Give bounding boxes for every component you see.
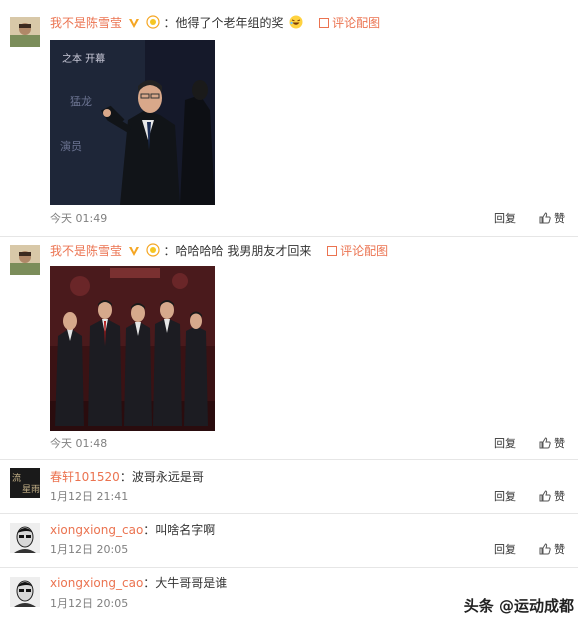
avatar[interactable] (10, 245, 40, 275)
svg-text:星雨: 星雨 (22, 484, 40, 495)
reply-button[interactable]: 回复 (494, 212, 516, 226)
avatar[interactable]: 流星雨 (10, 468, 40, 498)
comment-1: 我不是陈雪莹 ：他得了个老年组的奖 评论配图 之本 开幕 猛龙 演员 今天 01 (0, 0, 578, 236)
username-link[interactable]: xiongxiong_cao (50, 523, 143, 537)
watermark: 头条 @运动成都 (463, 597, 574, 615)
comment-header: 我不是陈雪莹 ：哈哈哈哈 我男朋友才回来 评论配图 (50, 243, 388, 261)
verified-v-icon (128, 17, 140, 33)
avatar[interactable] (10, 523, 40, 553)
thumbs-up-icon (539, 543, 551, 559)
comment-time: 1月12日 21:41 (50, 490, 129, 503)
comment-header: 春轩101520：波哥永远是哥 (50, 469, 204, 485)
comment-image-link[interactable]: 评论配图 (319, 16, 380, 30)
comment-2: 我不是陈雪莹 ：哈哈哈哈 我男朋友才回来 评论配图 今天 01:48 回复 赞 (0, 236, 578, 459)
comment-text: ：波哥永远是哥 (119, 470, 204, 484)
comment-4: xiongxiong_cao：叫啥名字啊 1月12日 20:05 回复 赞 (0, 513, 578, 567)
reply-button[interactable]: 回复 (494, 437, 516, 451)
comment-text: ：哈哈哈哈 我男朋友才回来 (163, 244, 312, 258)
svg-text:流: 流 (12, 472, 21, 484)
svg-text:之本 开幕: 之本 开幕 (62, 52, 105, 65)
like-button[interactable]: 赞 (539, 543, 565, 559)
member-badge-icon (146, 15, 160, 33)
comment-header: xiongxiong_cao：大牛哥哥是谁 (50, 575, 227, 591)
like-button[interactable]: 赞 (539, 490, 565, 506)
thumbs-up-icon (539, 212, 551, 228)
like-button[interactable]: 赞 (539, 437, 565, 453)
verified-v-icon (128, 245, 140, 261)
comment-time: 1月12日 20:05 (50, 597, 129, 610)
reply-button[interactable]: 回复 (494, 543, 516, 557)
comment-header: 我不是陈雪莹 ：他得了个老年组的奖 评论配图 (50, 15, 380, 33)
comment-3: 流星雨 春轩101520：波哥永远是哥 1月12日 21:41 回复 赞 (0, 459, 578, 513)
thumbs-up-icon (539, 490, 551, 506)
comment-image-link[interactable]: 评论配图 (327, 244, 388, 258)
comment-photo[interactable] (50, 266, 215, 431)
image-icon (319, 18, 330, 28)
comment-header: xiongxiong_cao：叫啥名字啊 (50, 522, 215, 538)
comment-time: 今天 01:49 (50, 212, 108, 225)
comment-text: ：大牛哥哥是谁 (143, 576, 228, 590)
username-link[interactable]: xiongxiong_cao (50, 576, 143, 590)
member-badge-icon (146, 243, 160, 261)
reply-button[interactable]: 回复 (494, 490, 516, 504)
like-button[interactable]: 赞 (539, 212, 565, 228)
avatar[interactable] (10, 17, 40, 47)
comment-photo[interactable]: 之本 开幕 猛龙 演员 (50, 40, 215, 205)
comment-text: ：叫啥名字啊 (143, 523, 216, 537)
comment-text: ：他得了个老年组的奖 (163, 16, 284, 30)
thumbs-up-icon (539, 437, 551, 453)
username-link[interactable]: 春轩101520 (50, 470, 120, 484)
username-link[interactable]: 我不是陈雪莹 (50, 244, 122, 258)
comment-time: 1月12日 20:05 (50, 543, 129, 556)
username-link[interactable]: 我不是陈雪莹 (50, 16, 122, 30)
svg-text:演员: 演员 (60, 139, 82, 153)
avatar[interactable] (10, 577, 40, 607)
comment-time: 今天 01:48 (50, 437, 108, 450)
svg-text:猛龙: 猛龙 (70, 95, 92, 108)
laughing-emoji-icon (289, 15, 303, 33)
image-icon (327, 246, 338, 256)
